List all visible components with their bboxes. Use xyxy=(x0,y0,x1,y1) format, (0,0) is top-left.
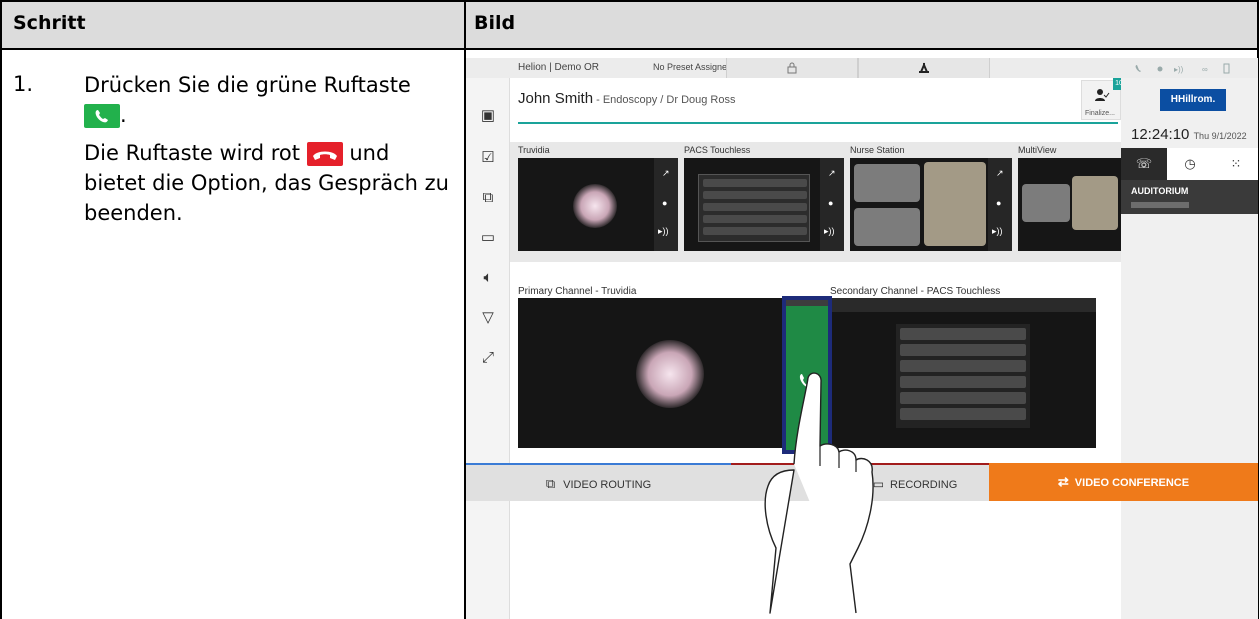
step-line1-end: . xyxy=(120,103,127,127)
step-number: 1. xyxy=(13,72,34,96)
step-line2-b: und xyxy=(349,141,390,165)
step-line2-c: bietet die Option, das Gespräch zu beend… xyxy=(84,171,449,225)
pointing-hand-icon xyxy=(764,372,874,614)
step-instructions: Drücken Sie die grüne Ruftaste . Die Ruf… xyxy=(84,70,459,236)
or-control-screenshot: Helion | Demo OR No Preset Assigned ▸)) ∞… xyxy=(466,58,1258,619)
green-call-button-icon xyxy=(84,104,120,128)
header-step: Schritt xyxy=(13,12,86,34)
step-line2-a: Die Ruftaste wird rot xyxy=(84,141,300,165)
header-image: Bild xyxy=(474,12,516,34)
table-header-row: Schritt Bild xyxy=(2,2,1257,50)
red-hangup-button-icon xyxy=(306,142,343,166)
step-line1: Drücken Sie die grüne Ruftaste xyxy=(84,73,411,97)
